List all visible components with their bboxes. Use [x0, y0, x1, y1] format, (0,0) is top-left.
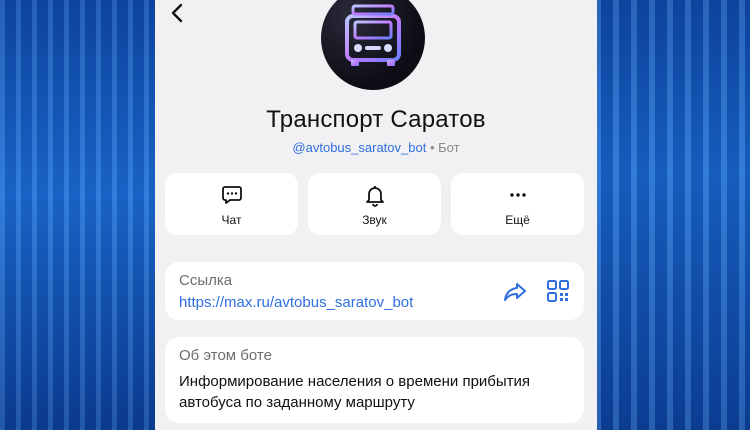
background-left-panel	[0, 0, 155, 430]
about-text: Информирование населения о времени прибы…	[179, 373, 531, 411]
bot-link[interactable]: https://max.ru/avtobus_saratov_bot	[179, 294, 413, 311]
about-card: Об этом боте Информирование населения о …	[165, 337, 584, 423]
avatar	[321, 0, 425, 90]
background-right-panel	[595, 0, 750, 430]
separator: •	[429, 140, 435, 155]
chat-button[interactable]: Чат	[165, 173, 298, 235]
sound-button[interactable]: Звук	[308, 173, 441, 235]
bot-handle[interactable]: @avtobus_saratov_bot	[292, 140, 426, 155]
bus-icon	[345, 4, 401, 66]
more-label: Ещё	[505, 213, 530, 227]
qr-code-icon[interactable]	[547, 280, 569, 302]
chevron-left-icon	[171, 3, 183, 23]
page-title: Транспорт Саратов	[266, 106, 486, 133]
chat-icon	[221, 186, 242, 204]
profile-subtitle: @avtobus_saratov_bot • Бот	[155, 140, 597, 155]
chat-label: Чат	[221, 213, 242, 227]
more-icon	[509, 193, 526, 197]
action-bar: Чат Звук Ещё	[165, 173, 584, 235]
back-button[interactable]	[167, 2, 191, 26]
share-icon[interactable]	[503, 282, 527, 302]
more-button[interactable]: Ещё	[451, 173, 584, 235]
bell-icon	[365, 186, 384, 207]
bot-profile-screen: Транспорт Саратов @avtobus_saratov_bot •…	[155, 0, 597, 430]
link-card: Ссылка https://max.ru/avtobus_saratov_bo…	[165, 262, 584, 320]
bot-type: Бот	[438, 140, 460, 155]
link-card-label: Ссылка	[179, 272, 233, 289]
about-card-label: Об этом боте	[179, 347, 272, 364]
sound-label: Звук	[362, 213, 387, 227]
